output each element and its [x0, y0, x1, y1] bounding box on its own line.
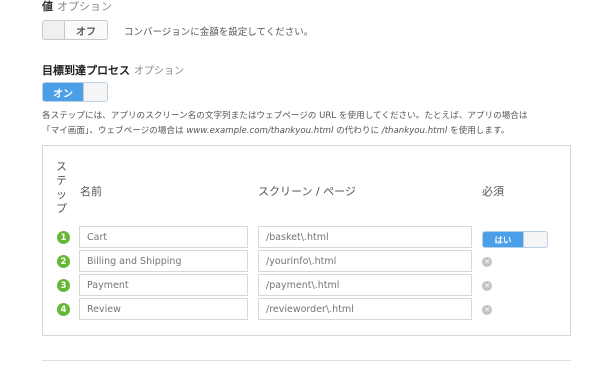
section-divider — [42, 360, 571, 361]
step-screen-input[interactable] — [258, 226, 472, 248]
required-toggle[interactable]: はい — [482, 231, 548, 248]
remove-step-icon[interactable]: ✕ — [482, 281, 492, 291]
step-name-input[interactable] — [79, 274, 248, 296]
value-toggle-knob — [43, 21, 65, 39]
step-name-input[interactable] — [79, 298, 248, 320]
value-section-title: 値オプション — [42, 0, 112, 14]
step-screen-input[interactable] — [258, 298, 472, 320]
goal-toggle-knob — [83, 83, 107, 101]
desc-part: を使用します。 — [447, 125, 510, 136]
goal-description-line-2: 「マイ画面」、ウェブページの場合は www.example.com/thanky… — [42, 124, 582, 139]
required-toggle-knob — [523, 232, 547, 247]
step-screen-input[interactable] — [258, 250, 472, 272]
goal-description-line-1: 各ステップには、アプリのスクリーン名の文字列またはウェブページの URL を使用… — [42, 111, 528, 121]
desc-part: の代わりに — [333, 125, 382, 136]
value-option-label: オプション — [57, 0, 112, 13]
name-column-header: 名前 — [80, 185, 102, 198]
goal-toggle[interactable]: オン — [42, 82, 108, 102]
required-column-header: 必須 — [482, 185, 504, 198]
goal-toggle-label: オン — [43, 83, 83, 101]
desc-part: 「マイ画面」、ウェブページの場合は — [42, 125, 187, 136]
step-name-input[interactable] — [79, 226, 248, 248]
goal-description: 各ステップには、アプリのスクリーン名の文字列またはウェブページの URL を使用… — [42, 109, 582, 138]
value-help-text: コンバージョンに金額を設定してください。 — [124, 27, 314, 38]
step-number-badge: 1 — [57, 231, 70, 244]
value-toggle-label: オフ — [65, 21, 107, 39]
step-name-input[interactable] — [79, 250, 248, 272]
required-toggle-label: はい — [483, 232, 523, 247]
step-number-badge: 2 — [57, 255, 70, 268]
goal-option-label: オプション — [134, 66, 184, 77]
remove-step-icon[interactable]: ✕ — [482, 305, 492, 315]
screen-column-header: スクリーン / ページ — [258, 185, 356, 198]
desc-example-url: www.example.com/thankyou.html — [186, 125, 334, 136]
value-title: 値 — [42, 0, 53, 13]
step-number-badge: 4 — [57, 303, 70, 316]
step-number-badge: 3 — [57, 279, 70, 292]
value-toggle[interactable]: オフ — [42, 20, 108, 40]
goal-section-title: 目標到達プロセス オプション — [42, 62, 184, 78]
step-screen-input[interactable] — [258, 274, 472, 296]
goal-title: 目標到達プロセス — [42, 64, 130, 77]
remove-step-icon[interactable]: ✕ — [482, 257, 492, 267]
step-column-header: ステップ — [56, 160, 67, 215]
desc-example-path: /thankyou.html — [381, 125, 448, 136]
